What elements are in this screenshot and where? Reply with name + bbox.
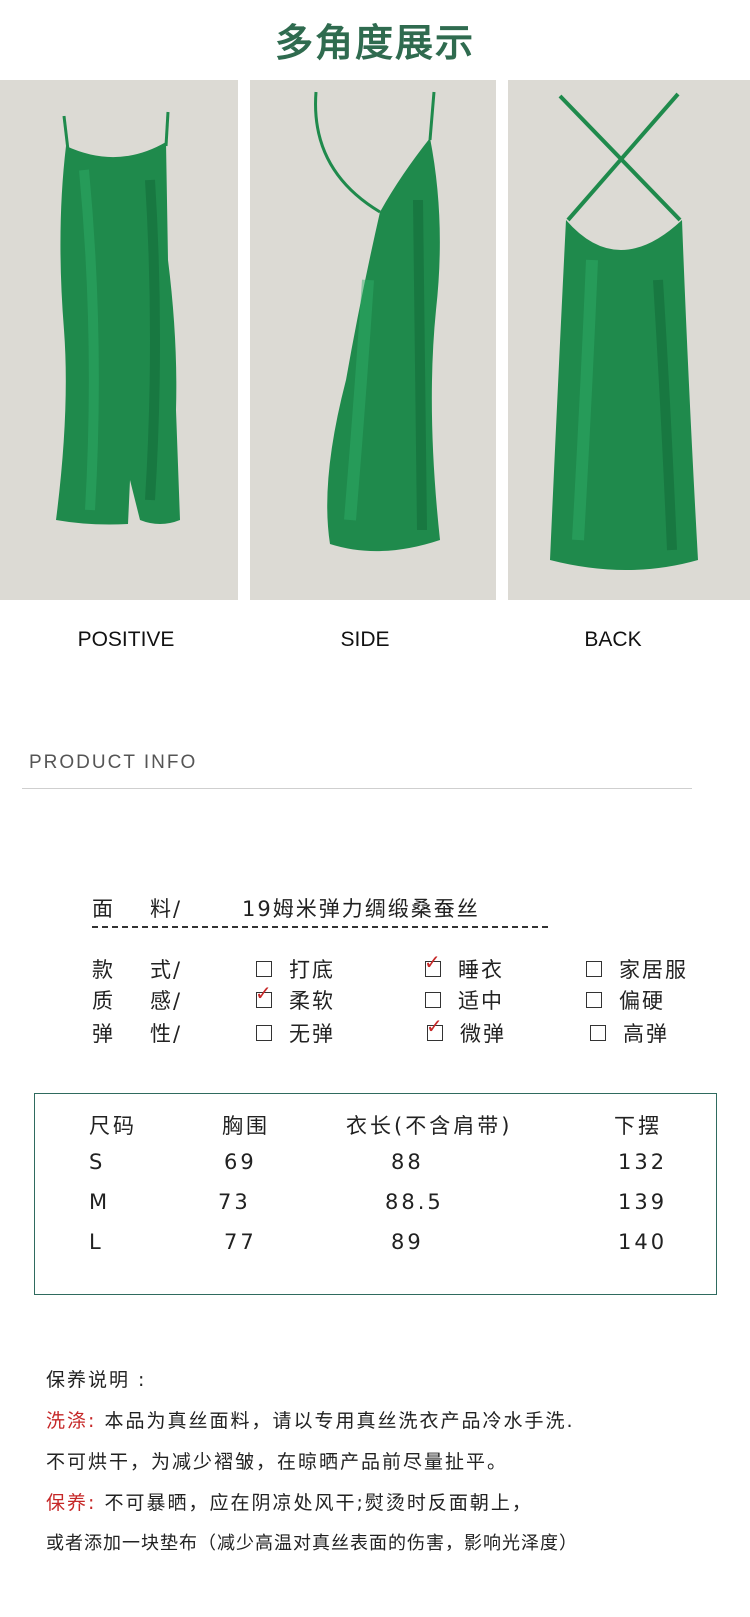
option-label: 适中 bbox=[458, 989, 504, 1013]
side-view-image bbox=[250, 80, 496, 600]
fabric-value: 19姆米弹力绸缎桑蚕丝 bbox=[242, 897, 480, 921]
fabric-label-b: 料/ bbox=[150, 897, 183, 921]
style-label-b: 式/ bbox=[150, 958, 183, 982]
product-info-divider bbox=[22, 788, 692, 789]
size-cell: S bbox=[89, 1150, 106, 1174]
checkbox-style-homewear[interactable] bbox=[586, 961, 602, 977]
size-cell: L bbox=[89, 1230, 104, 1254]
fabric-label-a: 面 bbox=[92, 897, 115, 921]
checkbox-feel-medium[interactable] bbox=[425, 992, 441, 1008]
hem-cell: 139 bbox=[618, 1190, 668, 1214]
option-label: 家居服 bbox=[619, 958, 688, 982]
bust-cell: 73 bbox=[218, 1190, 251, 1214]
keep-text-2: 或者添加一块垫布（减少高温对真丝表面的伤害，影响光泽度） bbox=[46, 1533, 578, 1554]
option-label: 柔软 bbox=[289, 989, 335, 1013]
hem-cell: 140 bbox=[618, 1230, 668, 1254]
bust-cell: 77 bbox=[224, 1230, 257, 1254]
section-title: 多角度展示 bbox=[274, 21, 475, 65]
check-mark-icon: ✓ bbox=[255, 981, 272, 1005]
checkbox-elasticity-none[interactable] bbox=[256, 1025, 272, 1041]
keep-label: 保养: bbox=[46, 1492, 97, 1514]
product-info-title: PRODUCT INFO bbox=[29, 752, 198, 773]
size-cell: M bbox=[89, 1190, 111, 1214]
option-label: 偏硬 bbox=[619, 989, 665, 1013]
wash-label: 洗涤: bbox=[46, 1410, 97, 1432]
length-cell: 89 bbox=[391, 1230, 424, 1254]
front-view-image bbox=[0, 80, 238, 600]
checkbox-elasticity-high[interactable] bbox=[590, 1025, 606, 1041]
length-header: 衣长(不含肩带) bbox=[346, 1114, 513, 1138]
care-heading: 保养说明 : bbox=[46, 1369, 147, 1391]
option-label: 打底 bbox=[289, 958, 335, 982]
front-view-caption: POSITIVE bbox=[77, 628, 175, 651]
checkbox-feel-firm[interactable] bbox=[586, 992, 602, 1008]
length-cell: 88 bbox=[391, 1150, 424, 1174]
option-label: 高弹 bbox=[623, 1022, 669, 1046]
check-mark-icon: ✓ bbox=[426, 1014, 443, 1038]
style-label-a: 款 bbox=[92, 958, 115, 982]
elasticity-label-b: 性/ bbox=[150, 1022, 183, 1046]
care-wash-line: 洗涤: 本品为真丝面料，请以专用真丝洗衣产品冷水手洗. bbox=[46, 1406, 575, 1433]
side-view-caption: SIDE bbox=[340, 628, 390, 651]
hem-cell: 132 bbox=[618, 1150, 668, 1174]
wash-text-2: 不可烘干，为减少褶皱，在晾晒产品前尽量扯平。 bbox=[46, 1451, 509, 1473]
dashed-divider bbox=[92, 926, 548, 928]
length-cell: 88.5 bbox=[385, 1190, 444, 1214]
care-keep-line: 保养: 不可暴晒，应在阴凉处风干;熨烫时反面朝上， bbox=[46, 1488, 533, 1515]
hem-header: 下摆 bbox=[614, 1114, 662, 1138]
back-view-caption: BACK bbox=[584, 628, 642, 651]
keep-text: 不可暴晒，应在阴凉处风干;熨烫时反面朝上， bbox=[104, 1492, 533, 1514]
wash-text: 本品为真丝面料，请以专用真丝洗衣产品冷水手洗. bbox=[104, 1410, 575, 1432]
size-header: 尺码 bbox=[89, 1114, 137, 1138]
option-label: 睡衣 bbox=[458, 958, 504, 982]
option-label: 无弹 bbox=[289, 1022, 335, 1046]
option-label: 微弹 bbox=[460, 1022, 506, 1046]
bust-cell: 69 bbox=[224, 1150, 257, 1174]
back-view-image bbox=[508, 80, 750, 600]
feel-label-b: 感/ bbox=[150, 989, 183, 1013]
checkbox-style-base[interactable] bbox=[256, 961, 272, 977]
check-mark-icon: ✓ bbox=[424, 950, 441, 974]
elasticity-label-a: 弹 bbox=[92, 1022, 115, 1046]
bust-header: 胸围 bbox=[222, 1114, 270, 1138]
feel-label-a: 质 bbox=[92, 989, 115, 1013]
